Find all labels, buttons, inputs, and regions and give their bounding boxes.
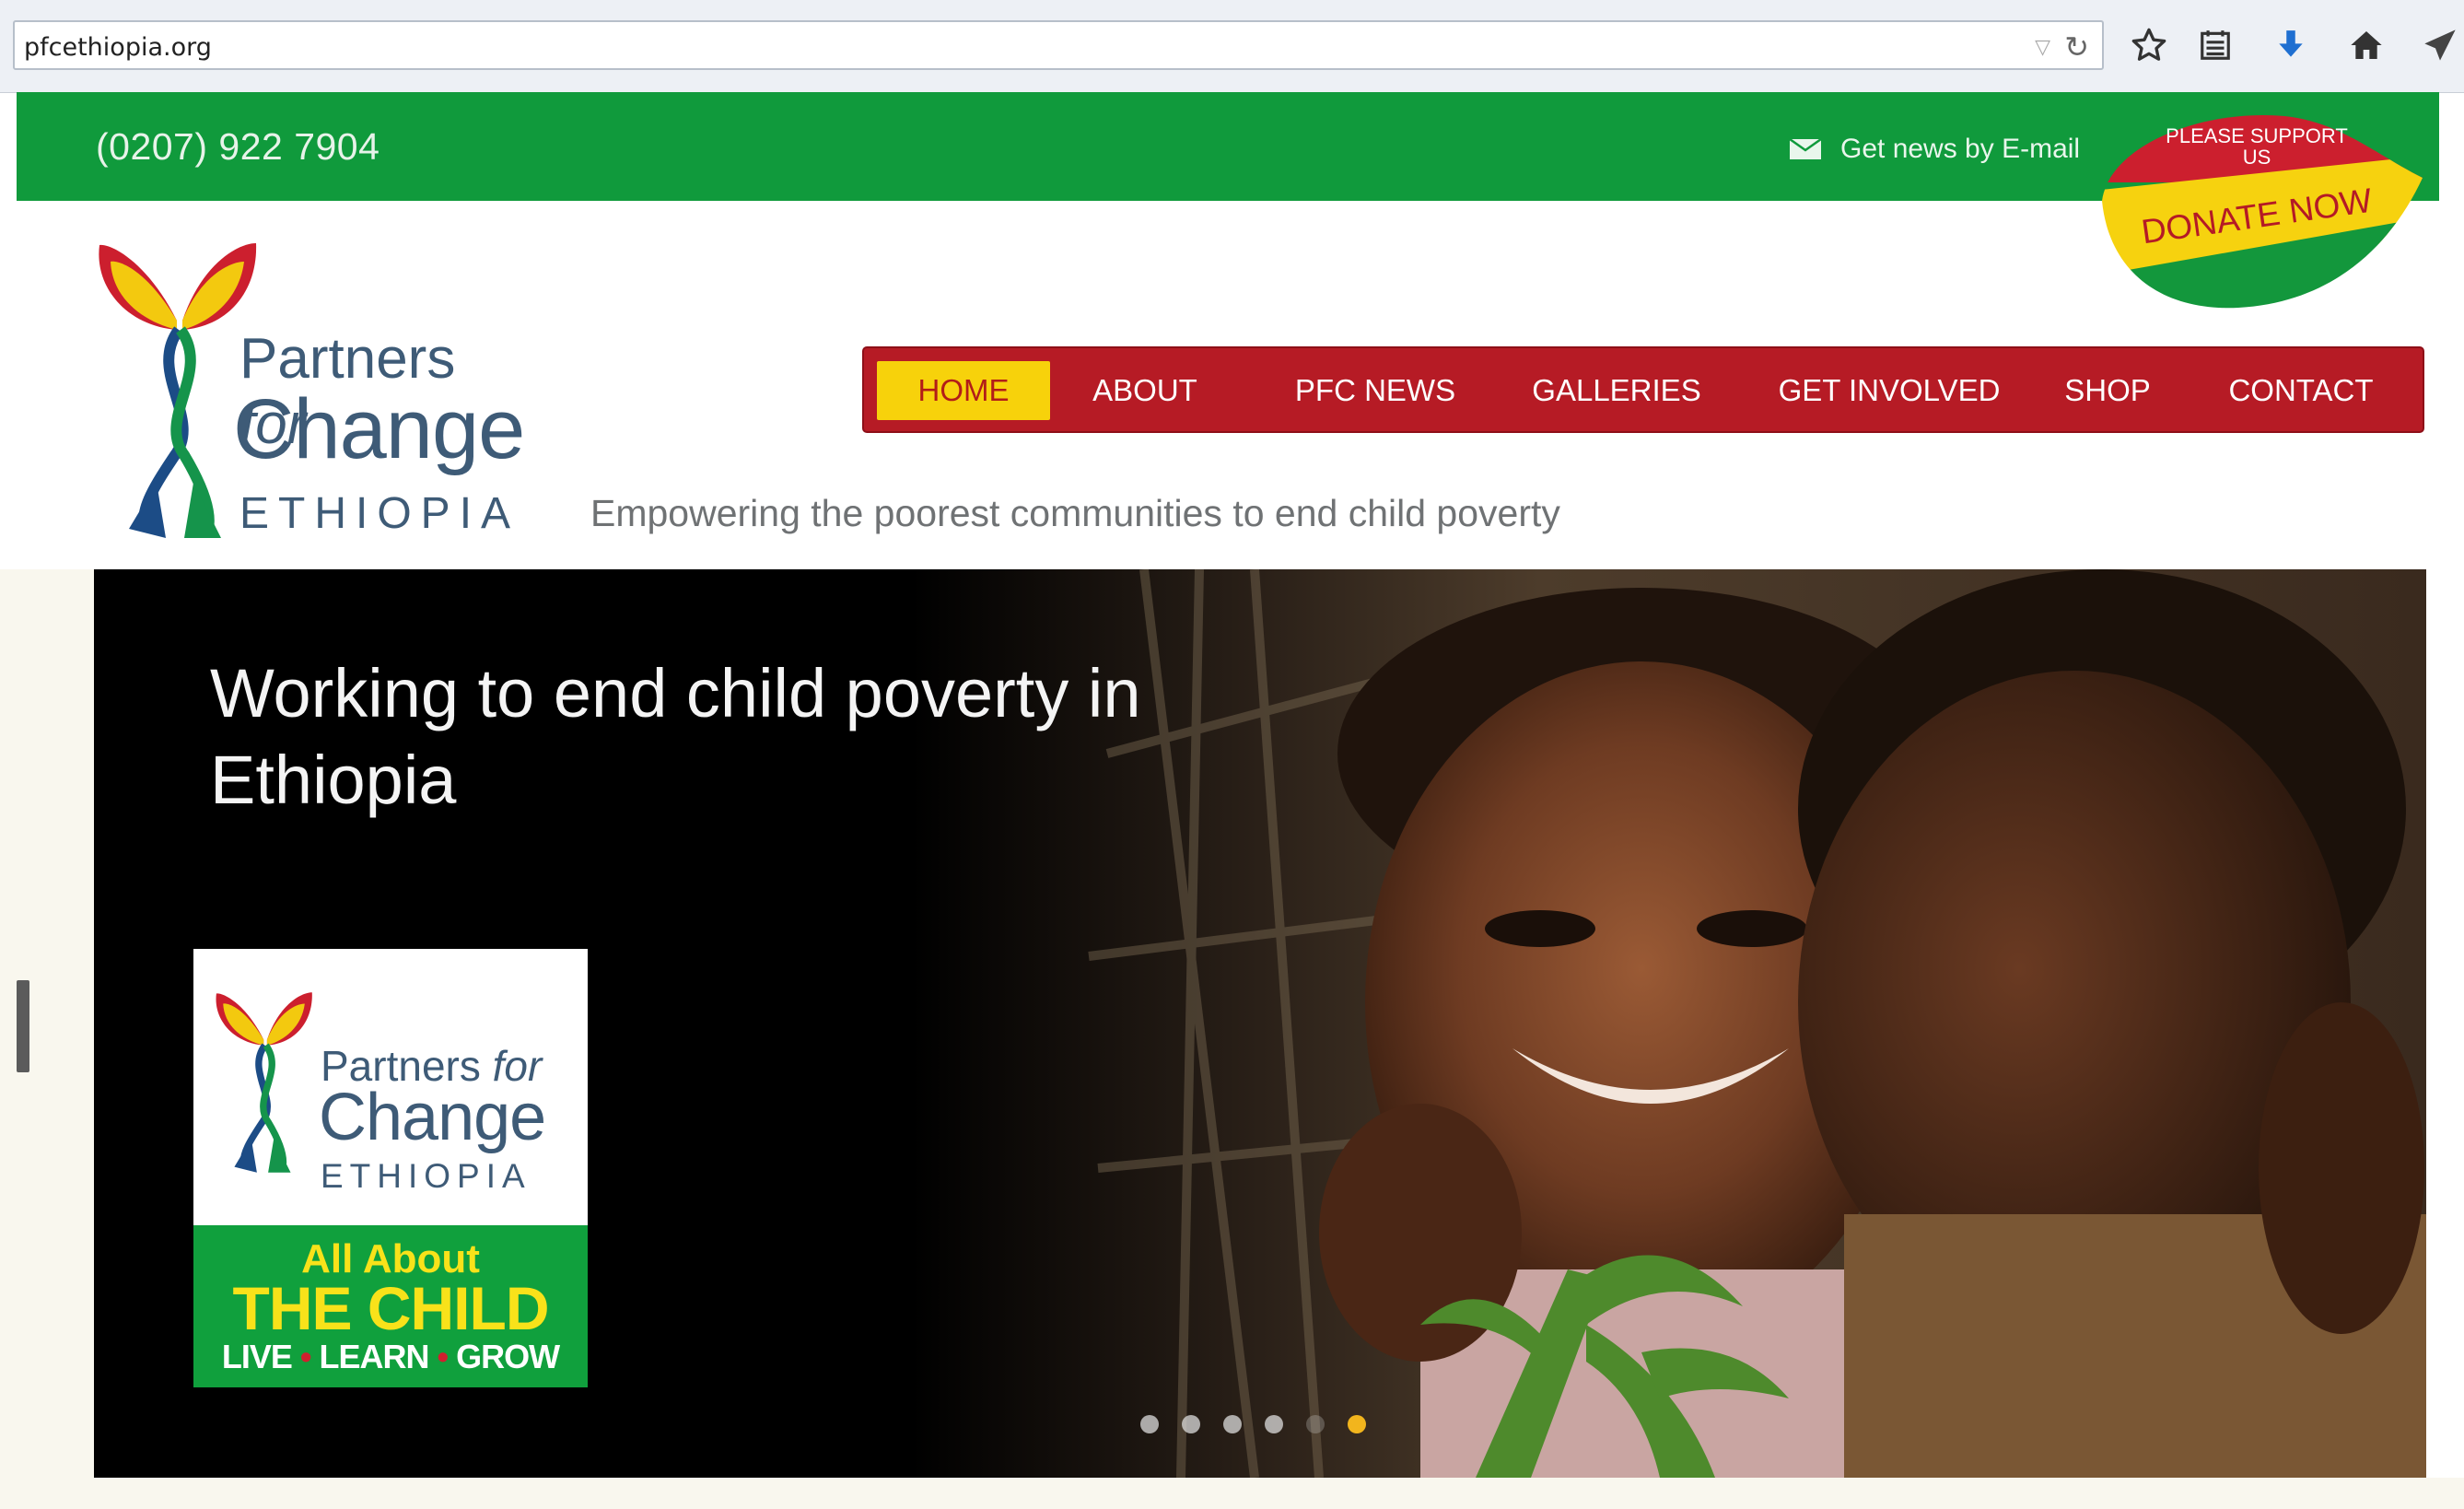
page-gutter <box>0 569 94 1509</box>
card-logo-mark-icon <box>216 992 312 1173</box>
hero-headline: Working to end child poverty in Ethiopia <box>210 655 1141 818</box>
card-band-line2: THE CHILD <box>232 1274 550 1342</box>
newsletter-label: Get news by E-mail <box>1840 134 2081 164</box>
nav-shop[interactable]: SHOP <box>2052 361 2163 420</box>
email-icon <box>1789 138 1822 159</box>
nav-get-involved[interactable]: GET INVOLVED <box>1756 361 2023 420</box>
card-green-band: All About THE CHILD LIVE • LEARN • GROW <box>193 1225 588 1387</box>
donate-top-label: PLEASE SUPPORT US <box>2166 124 2348 169</box>
card-logo-line3: ETHIOPIA <box>321 1157 531 1195</box>
logo-line2: Change <box>233 382 525 476</box>
page-gutter-bottom <box>0 1478 2464 1509</box>
address-url[interactable]: pfcethiopia.org <box>24 33 212 62</box>
main-nav: HOME ABOUT PFC NEWS GALLERIES GET INVOLV… <box>862 346 2424 433</box>
browser-toolbar: pfcethiopia.org ▽ ↻ <box>0 0 2464 93</box>
history-dropdown-icon[interactable]: ▽ <box>2035 35 2050 59</box>
reload-icon[interactable]: ↻ <box>2064 29 2089 64</box>
slider-dot-3[interactable] <box>1223 1415 1242 1433</box>
nav-pfc-news[interactable]: PFC NEWS <box>1269 361 1481 420</box>
logo-line3: ETHIOPIA <box>239 489 520 538</box>
donate-badge[interactable]: PLEASE SUPPORT US DONATE NOW <box>2091 109 2432 315</box>
top-bar: (0207) 922 7904 Get news by E-mail <box>17 92 2439 201</box>
slider-dot-4[interactable] <box>1265 1415 1283 1433</box>
download-icon[interactable] <box>2270 24 2312 66</box>
site-tagline: Empowering the poorest communities to en… <box>590 492 1560 534</box>
nav-about[interactable]: ABOUT <box>1076 361 1214 420</box>
slider-pagination <box>1140 1415 1366 1435</box>
home-icon[interactable] <box>2345 24 2388 66</box>
reading-list-icon[interactable] <box>2194 24 2236 66</box>
newsletter-link[interactable]: Get news by E-mail <box>1789 133 2080 166</box>
nav-contact[interactable]: CONTACT <box>2200 361 2402 420</box>
hero-slider[interactable]: Working to end child poverty in Ethiopia… <box>94 569 2426 1478</box>
send-icon[interactable] <box>2419 24 2461 66</box>
slider-dot-6[interactable] <box>1348 1415 1366 1433</box>
card-band-line3: LIVE • LEARN • GROW <box>221 1338 560 1375</box>
slider-dot-5[interactable] <box>1306 1415 1325 1433</box>
site-logo[interactable]: Partners for Change ETHIOPIA <box>92 234 534 547</box>
slider-dot-1[interactable] <box>1140 1415 1159 1433</box>
phone-number[interactable]: (0207) 922 7904 <box>96 125 380 169</box>
campaign-logo-card: Partners for Change ETHIOPIA All About T… <box>193 949 588 1387</box>
bookmark-star-icon[interactable] <box>2128 24 2170 66</box>
side-scroll-handle[interactable] <box>17 980 29 1072</box>
nav-home[interactable]: HOME <box>877 361 1050 420</box>
card-logo-line2: Change <box>319 1081 546 1154</box>
nav-galleries[interactable]: GALLERIES <box>1511 361 1722 420</box>
address-bar[interactable]: pfcethiopia.org ▽ ↻ <box>13 20 2104 70</box>
slider-dot-2[interactable] <box>1182 1415 1200 1433</box>
